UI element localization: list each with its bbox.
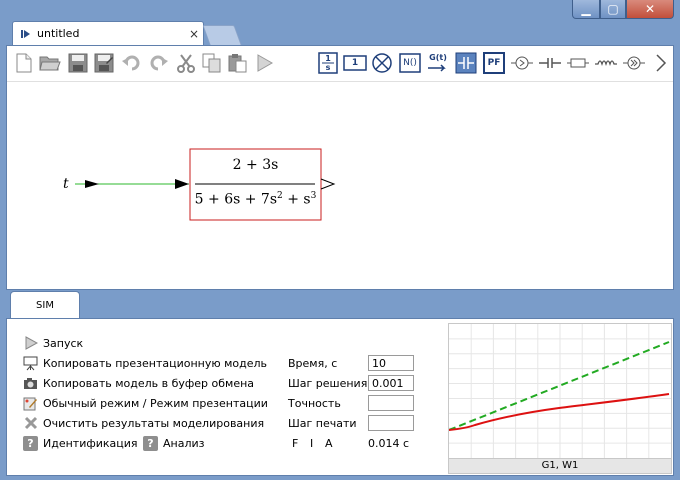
step-label: Шаг решения [288,377,368,390]
summator-block-icon[interactable] [371,52,393,74]
pf-block-icon[interactable]: PF [483,52,505,74]
integrator-block-icon[interactable]: 1 s [317,52,339,74]
elapsed-time: 0.014 с [368,437,410,450]
print-step-input[interactable] [368,415,414,431]
transfer-function-block-icon[interactable]: G(t) [427,52,449,74]
question-icon: ? [143,435,158,451]
model-editor: 1 s 1 N() G(t) PF t 2 + 3s 5 + 6s + 7s2 … [6,45,674,290]
analysis-command[interactable]: ? Анализ [143,435,205,451]
toolbar: 1 s 1 N() G(t) PF [7,46,673,82]
new-tab-button[interactable] [202,25,242,45]
tab-close-button[interactable]: × [185,27,203,41]
minimize-button[interactable]: ▁ [572,0,600,19]
more-chevron-icon[interactable] [653,52,669,74]
new-file-icon[interactable] [13,52,35,74]
source-block-icon[interactable] [511,52,533,74]
resistor-icon[interactable] [567,52,589,74]
accuracy-input[interactable] [368,395,414,411]
tab-untitled[interactable]: untitled × [12,21,204,45]
minimize-icon: ▁ [581,2,591,16]
tab-sim[interactable]: SIM [10,291,80,319]
clear-icon [23,416,38,431]
tf-denominator: 5 + 6s + 7s2 + s3 [194,191,317,208]
diagram-canvas[interactable]: t 2 + 3s 5 + 6s + 7s2 + s3 [7,82,673,289]
maximize-button[interactable]: ▢ [600,0,626,19]
identification-command[interactable]: ? Идентификация [23,435,138,451]
clear-results-command[interactable]: Очистить результаты моделирования [23,415,264,431]
print-step-label: Шаг печати [288,417,357,430]
series-output-line [449,393,670,431]
sim-panel: Запуск Копировать презентационную модель… [6,318,674,476]
plot-area [449,324,671,458]
copy-icon[interactable] [201,52,223,74]
capacitor-icon[interactable] [539,52,561,74]
undo-icon[interactable] [121,52,143,74]
maximize-icon: ▢ [607,2,619,16]
camera-icon [23,376,38,391]
accuracy-label: Точность [288,397,341,410]
constant-block-icon[interactable]: 1 [343,52,367,74]
nonlinear-block-icon[interactable]: N() [399,52,421,74]
open-folder-icon[interactable] [39,52,61,74]
series-input-line [449,341,670,431]
save-as-icon[interactable] [93,52,115,74]
close-icon: ✕ [644,2,656,16]
plot-caption: G1, W1 [449,458,671,473]
mode-toggle-command[interactable]: Обычный режим / Режим презентации [23,395,268,411]
result-plot[interactable]: G1, W1 [448,323,672,474]
copy-clipboard-command[interactable]: Копировать модель в буфер обмена [23,375,254,391]
cut-icon[interactable] [175,52,197,74]
close-window-button[interactable]: ✕ [626,0,674,19]
presentation-icon [23,356,38,371]
time-input[interactable] [368,355,414,371]
pump-icon[interactable] [623,52,645,74]
run-command[interactable]: Запуск [23,335,83,351]
time-label: Время, с [288,357,338,370]
tf-numerator: 2 + 3s [232,157,279,173]
flag-f[interactable]: F [292,437,298,450]
run-icon[interactable] [253,52,275,74]
inductor-icon[interactable] [595,52,617,74]
edit-mode-icon [23,396,38,411]
redo-icon[interactable] [147,52,169,74]
save-icon[interactable] [67,52,89,74]
play-icon [23,336,38,351]
flag-a[interactable]: A [325,437,333,450]
flag-i[interactable]: I [310,437,313,450]
question-icon: ? [23,435,38,451]
model-tab-icon [21,29,30,38]
copy-presentation-command[interactable]: Копировать презентационную модель [23,355,267,371]
window-controls: ▁ ▢ ✕ [572,0,674,20]
step-input[interactable] [368,375,414,391]
paste-icon[interactable] [227,52,249,74]
input-variable-label: t [63,176,69,192]
tab-title: untitled [37,27,80,40]
transfer-function-block[interactable]: 2 + 3s 5 + 6s + 7s2 + s3 [190,149,321,220]
delay-block-icon[interactable] [455,52,477,74]
